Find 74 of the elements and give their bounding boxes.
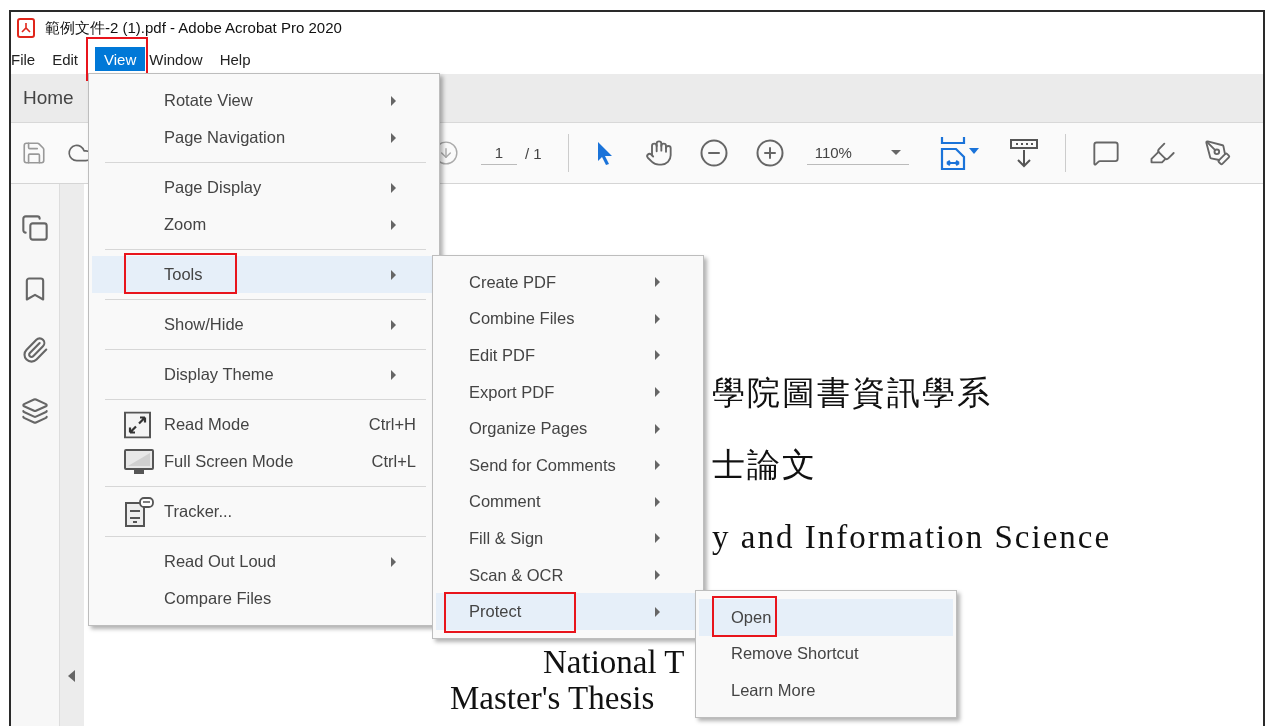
fit-page-icon[interactable] — [938, 136, 981, 170]
menu-item[interactable]: Create PDF — [436, 264, 700, 301]
submenu-arrow-icon — [655, 350, 660, 361]
save-icon[interactable] — [21, 140, 47, 166]
submenu-arrow-icon — [655, 313, 660, 324]
submenu-arrow-icon — [655, 496, 660, 507]
paperclip-icon[interactable] — [21, 336, 49, 364]
document-text: Master's Thesis — [450, 679, 655, 717]
document-text: y and Information Science — [712, 518, 1112, 556]
shortcut-text: Ctrl+H — [368, 415, 416, 434]
menu-item[interactable]: Full Screen Mode Ctrl+L — [92, 443, 436, 480]
tab[interactable]: Home — [11, 74, 86, 122]
hand-icon[interactable] — [644, 139, 673, 167]
menu-item[interactable]: Page Navigation — [92, 119, 436, 156]
menu-item[interactable]: Rotate View — [92, 82, 436, 119]
page-number-field[interactable]: 1 — [481, 141, 517, 165]
menu-item[interactable]: Organize Pages — [436, 410, 700, 447]
menu-item[interactable]: Zoom — [92, 206, 436, 243]
shortcut-text: Ctrl+L — [371, 452, 416, 471]
zoom-in-icon[interactable] — [754, 138, 785, 168]
scroll-mode-icon[interactable] — [1008, 138, 1039, 168]
menu-bar-item[interactable]: File — [11, 47, 45, 71]
submenu-arrow-icon — [391, 95, 396, 106]
pages-icon[interactable] — [21, 214, 49, 242]
comment-icon[interactable] — [1091, 139, 1120, 167]
menu-bar-item[interactable]: Edit — [52, 47, 88, 71]
menu-item[interactable]: Learn More — [699, 672, 953, 709]
monitor-icon — [124, 448, 154, 475]
document-text: National T — [543, 643, 685, 681]
menu-item[interactable]: Compare Files — [92, 580, 436, 617]
expand-icon — [124, 411, 151, 438]
menu-item[interactable]: Send for Comments — [436, 446, 700, 484]
tracker-icon — [124, 496, 154, 527]
menu-item[interactable]: Remove Shortcut — [699, 635, 953, 673]
submenu-arrow-icon — [655, 387, 660, 398]
submenu-arrow-icon — [655, 570, 660, 581]
menu-item[interactable]: Combine Files — [436, 300, 700, 338]
menu-item[interactable]: Read Mode Ctrl+H — [92, 406, 436, 443]
menu-item[interactable]: Tracker... — [92, 493, 436, 530]
submenu-arrow-icon — [391, 132, 396, 143]
zoom-dropdown[interactable]: 110% — [806, 141, 909, 165]
menu-bar-item[interactable]: Help — [219, 47, 260, 71]
layers-icon[interactable] — [21, 397, 49, 425]
submenu-arrow-icon — [391, 269, 396, 280]
pdf-file-icon — [17, 18, 35, 38]
page-total: / 1 — [525, 144, 542, 162]
submenu-arrow-icon — [655, 277, 660, 288]
submenu-arrow-icon — [391, 319, 396, 330]
submenu-arrow-icon — [655, 460, 660, 471]
document-text: 學院圖書資訊學系 — [712, 374, 992, 412]
collapse-icon[interactable] — [68, 670, 76, 682]
menu-item[interactable]: Show/Hide — [92, 306, 436, 343]
submenu-arrow-icon — [391, 556, 396, 567]
window-title: 範例文件-2 (1).pdf - Adobe Acrobat Pro 2020 — [45, 18, 342, 38]
menu-bar-item[interactable]: Window — [149, 47, 212, 71]
menu-bar-item[interactable]: View — [95, 47, 146, 71]
menu-item[interactable]: Comment — [436, 483, 700, 521]
submenu-arrow-icon — [391, 369, 396, 380]
menu-item[interactable]: Open — [699, 599, 953, 636]
submenu-arrow-icon — [655, 606, 660, 617]
menu-item[interactable]: Export PDF — [436, 373, 700, 411]
menu-item[interactable]: Scan & OCR — [436, 556, 700, 594]
submenu-arrow-icon — [391, 219, 396, 230]
submenu-arrow-icon — [391, 182, 396, 193]
pen-icon[interactable] — [1203, 139, 1232, 167]
document-text: 士論文 — [712, 446, 817, 484]
menu-item[interactable]: Fill & Sign — [436, 520, 700, 557]
zoom-out-icon[interactable] — [698, 138, 729, 168]
submenu-arrow-icon — [655, 533, 660, 544]
menu-item[interactable]: Edit PDF — [436, 337, 700, 374]
menu-item[interactable]: Page Display — [92, 169, 436, 206]
submenu-arrow-icon — [655, 423, 660, 434]
menu-item[interactable]: Display Theme — [92, 356, 436, 393]
menu-item[interactable]: Read Out Loud — [92, 543, 436, 580]
